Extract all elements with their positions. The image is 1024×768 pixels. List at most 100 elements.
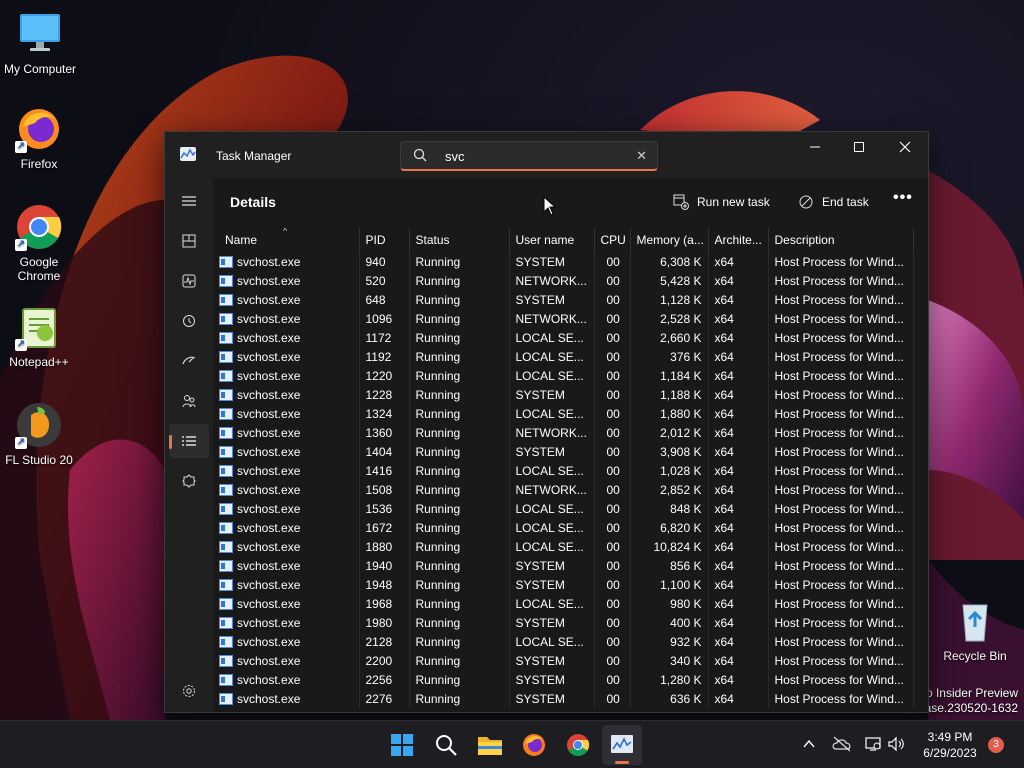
- taskbar-file-explorer[interactable]: [470, 725, 510, 765]
- cell-name: svchost.exe: [213, 556, 360, 575]
- table-row[interactable]: svchost.exe 1172 Running LOCAL SE... 00 2,660…: [213, 328, 914, 347]
- nav-details[interactable]: [169, 424, 209, 458]
- nav-settings[interactable]: [169, 674, 209, 708]
- column-header-memory[interactable]: Memory (a...: [630, 228, 709, 252]
- column-header-cpu[interactable]: CPU: [594, 228, 631, 252]
- taskbar-start-button[interactable]: [382, 725, 422, 765]
- cell-cpu: 00: [594, 252, 631, 271]
- desktop-icon-fl-studio[interactable]: ↗ FL Studio 20: [0, 401, 79, 467]
- column-header-pid[interactable]: PID: [359, 228, 410, 252]
- end-task-icon: [799, 195, 813, 209]
- taskbar-firefox[interactable]: [514, 725, 554, 765]
- table-row[interactable]: svchost.exe 1404 Running SYSTEM 00 3,908 Kx64…: [213, 442, 914, 461]
- clear-search-icon[interactable]: ✕: [636, 148, 647, 164]
- more-options-button[interactable]: •••: [893, 189, 913, 207]
- nav-app-history[interactable]: [169, 304, 209, 338]
- cell-description: Host Process for Wind...: [768, 442, 914, 461]
- table-row[interactable]: svchost.exe 2200 Running SYSTEM 00 340 Kx64 Ho…: [213, 651, 914, 670]
- nav-startup-apps[interactable]: [169, 344, 209, 378]
- table-row[interactable]: svchost.exe 1360 Running NETWORK... 00 2,012 …: [213, 423, 914, 442]
- table-row[interactable]: svchost.exe 2256 Running SYSTEM 00 1,280 Kx64…: [213, 670, 914, 689]
- table-row[interactable]: svchost.exe 648 Running SYSTEM 00 1,128 Kx64 H…: [213, 290, 914, 309]
- cell-name: svchost.exe: [213, 461, 360, 480]
- cell-pid: 520: [359, 271, 410, 290]
- table-row[interactable]: svchost.exe 940 Running SYSTEM 00 6,308 Kx64 H…: [213, 252, 914, 271]
- network-button[interactable]: [864, 736, 882, 755]
- watermark-line: ease.230520-1632: [917, 701, 1018, 715]
- cell-architecture: x64: [708, 575, 769, 594]
- process-name: svchost.exe: [237, 349, 301, 364]
- cell-user-name: SYSTEM: [509, 385, 595, 404]
- process-icon: [219, 578, 233, 591]
- column-header-status[interactable]: Status: [409, 228, 510, 252]
- close-button[interactable]: [882, 132, 928, 162]
- taskbar-chrome[interactable]: [558, 725, 598, 765]
- minimize-button[interactable]: [792, 132, 838, 162]
- table-row[interactable]: svchost.exe 2276 Running SYSTEM 00 636 Kx64 Ho…: [213, 689, 914, 708]
- notification-badge[interactable]: 3: [988, 737, 1004, 753]
- title-bar[interactable]: Task Manager ✕: [165, 132, 928, 178]
- end-task-button[interactable]: End task: [798, 189, 878, 215]
- table-row[interactable]: svchost.exe 1228 Running SYSTEM 00 1,188 Kx64…: [213, 385, 914, 404]
- cell-pid: 2276: [359, 689, 410, 708]
- onedrive-button[interactable]: [832, 736, 852, 755]
- table-row[interactable]: svchost.exe 1324 Running LOCAL SE... 00 1,880…: [213, 404, 914, 423]
- nav-users[interactable]: [169, 384, 209, 418]
- page-title: Details: [230, 194, 276, 210]
- cell-status: Running: [409, 309, 510, 328]
- cell-architecture: x64: [708, 404, 769, 423]
- table-row[interactable]: svchost.exe 1220 Running LOCAL SE... 00 1,184…: [213, 366, 914, 385]
- show-hidden-icons-button[interactable]: [802, 737, 816, 754]
- hamburger-menu-button[interactable]: [169, 184, 209, 218]
- taskbar-task-manager[interactable]: [602, 725, 642, 765]
- table-row[interactable]: svchost.exe 1096 Running NETWORK... 00 2,528 …: [213, 309, 914, 328]
- table-row[interactable]: svchost.exe 1672 Running LOCAL SE... 00 6,820…: [213, 518, 914, 537]
- cell-cpu: 00: [594, 499, 631, 518]
- cell-user-name: SYSTEM: [509, 442, 595, 461]
- cell-description: Host Process for Wind...: [768, 537, 914, 556]
- desktop-icon-my-computer[interactable]: My Computer: [0, 10, 80, 76]
- cell-description: Host Process for Wind...: [768, 271, 914, 290]
- table-row[interactable]: svchost.exe 1980 Running SYSTEM 00 400 Kx64 Ho…: [213, 613, 914, 632]
- taskbar-search-button[interactable]: [426, 725, 466, 765]
- search-box[interactable]: ✕: [400, 141, 658, 171]
- cell-memory: 376 K: [630, 347, 709, 366]
- column-header-description[interactable]: Description: [768, 228, 914, 252]
- clock[interactable]: 3:49 PM 6/29/2023: [905, 729, 995, 761]
- nav-performance[interactable]: [169, 264, 209, 298]
- column-header-name[interactable]: ^ Name: [213, 228, 360, 252]
- run-new-task-button[interactable]: Run new task: [673, 189, 783, 215]
- cell-user-name: LOCAL SE...: [509, 518, 595, 537]
- desktop-icon-notepad-plus-plus[interactable]: ↗ Notepad++: [0, 303, 79, 369]
- cell-cpu: 00: [594, 461, 631, 480]
- maximize-button[interactable]: [836, 132, 882, 162]
- cell-description: Host Process for Wind...: [768, 689, 914, 708]
- cell-status: Running: [409, 347, 510, 366]
- column-header-user-name[interactable]: User name: [509, 228, 595, 252]
- table-row[interactable]: svchost.exe 1416 Running LOCAL SE... 00 1,028…: [213, 461, 914, 480]
- active-app-indicator: [615, 761, 629, 764]
- desktop-icon-firefox[interactable]: ↗ Firefox: [0, 105, 79, 171]
- process-icon: [219, 255, 233, 268]
- table-row[interactable]: svchost.exe 1940 Running SYSTEM 00 856 Kx64 Ho…: [213, 556, 914, 575]
- volume-button[interactable]: [887, 736, 905, 755]
- cell-pid: 1096: [359, 309, 410, 328]
- gear-icon: [183, 685, 195, 697]
- table-row[interactable]: svchost.exe 1880 Running LOCAL SE... 00 10,82…: [213, 537, 914, 556]
- run-new-task-label: Run new task: [697, 195, 770, 209]
- cell-memory: 980 K: [630, 594, 709, 613]
- table-row[interactable]: svchost.exe 2128 Running LOCAL SE... 00 932 K…: [213, 632, 914, 651]
- nav-processes[interactable]: [169, 224, 209, 258]
- table-row[interactable]: svchost.exe 1508 Running NETWORK... 00 2,852 …: [213, 480, 914, 499]
- table-row[interactable]: svchost.exe 1192 Running LOCAL SE... 00 376 K…: [213, 347, 914, 366]
- nav-services[interactable]: [169, 464, 209, 498]
- desktop-icon-chrome[interactable]: ↗ Google Chrome: [0, 203, 79, 283]
- table-row[interactable]: svchost.exe 1968 Running LOCAL SE... 00 980 K…: [213, 594, 914, 613]
- search-input[interactable]: [445, 147, 625, 165]
- table-row[interactable]: svchost.exe 520 Running NETWORK... 00 5,428 K…: [213, 271, 914, 290]
- table-row[interactable]: svchost.exe 1536 Running LOCAL SE... 00 848 K…: [213, 499, 914, 518]
- column-header-architecture[interactable]: Archite...: [708, 228, 769, 252]
- cell-name: svchost.exe: [213, 347, 360, 366]
- table-row[interactable]: svchost.exe 1948 Running SYSTEM 00 1,100 Kx64…: [213, 575, 914, 594]
- desktop-icon-recycle-bin[interactable]: Recycle Bin: [935, 597, 1015, 663]
